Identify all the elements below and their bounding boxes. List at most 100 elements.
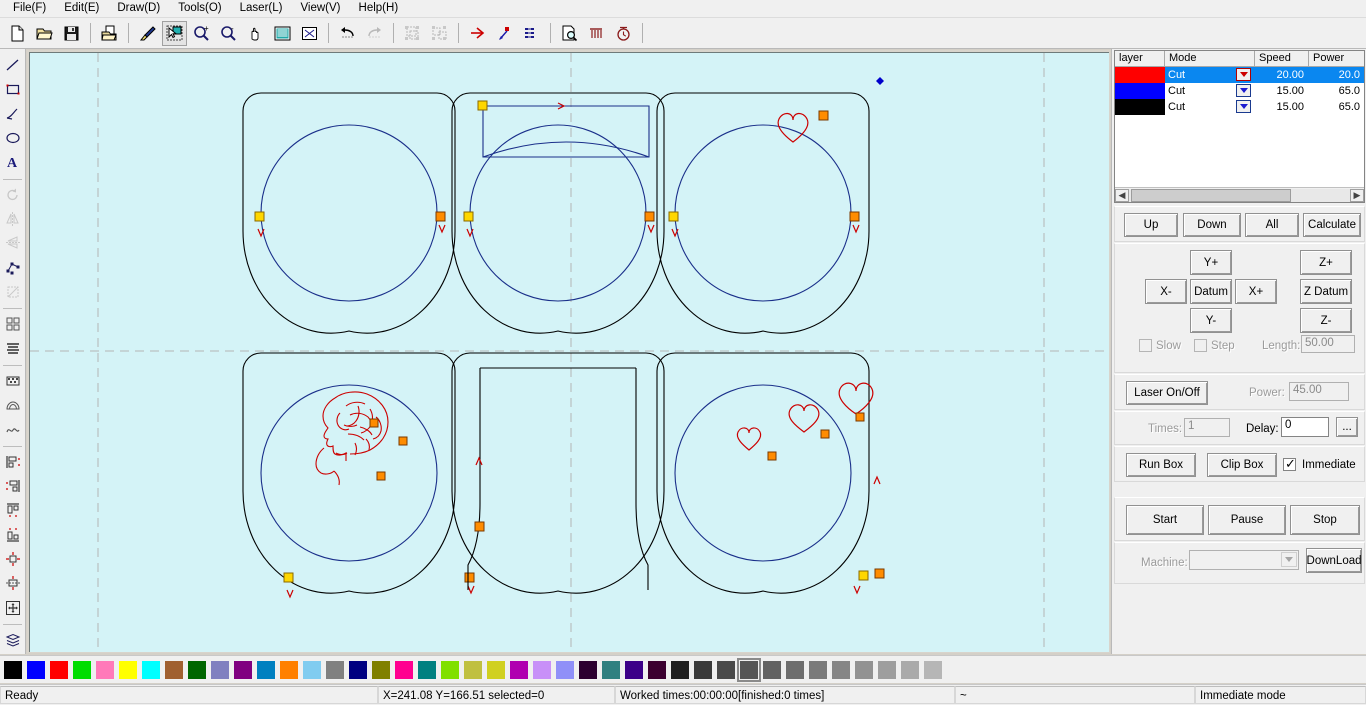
start-button[interactable]: Start xyxy=(1126,505,1204,535)
tool-mirror-horizontal[interactable] xyxy=(1,209,24,229)
stop-button[interactable]: Stop xyxy=(1290,505,1360,535)
tool-align-bottom[interactable] xyxy=(1,524,24,544)
menu-draw[interactable]: Draw(D) xyxy=(108,0,169,17)
layer-list-scrollbar[interactable]: ◀ ▶ xyxy=(1115,187,1364,202)
select-tool-button[interactable] xyxy=(162,21,187,46)
redo-button[interactable] xyxy=(362,21,387,46)
palette-swatch[interactable] xyxy=(625,661,643,679)
layer-speed-cell[interactable]: 20.00 xyxy=(1255,67,1309,83)
menu-edit[interactable]: Edit(E) xyxy=(55,0,108,17)
jog-x-minus-button[interactable]: X- xyxy=(1145,279,1187,304)
table-row[interactable]: Cut 15.00 65.0 xyxy=(1115,99,1364,115)
power-field[interactable]: 45.00 xyxy=(1289,382,1349,401)
canvas-page[interactable] xyxy=(29,52,1109,652)
palette-swatch[interactable] xyxy=(165,661,183,679)
palette-swatch[interactable] xyxy=(878,661,896,679)
palette-swatch[interactable] xyxy=(832,661,850,679)
shape-garment-2[interactable] xyxy=(452,93,664,333)
shape-garment-4[interactable] xyxy=(243,353,455,593)
palette-swatch[interactable] xyxy=(464,661,482,679)
layer-list[interactable]: layer Mode Speed Power Cut 20.00 20.0 xyxy=(1114,50,1365,203)
scrollbar-thumb[interactable] xyxy=(1131,189,1291,202)
layer-mode-dropdown[interactable] xyxy=(1236,84,1251,97)
view-page-button[interactable] xyxy=(270,21,295,46)
palette-swatch[interactable] xyxy=(418,661,436,679)
save-button[interactable] xyxy=(59,21,84,46)
palette-swatch[interactable] xyxy=(303,661,321,679)
jog-x-plus-button[interactable]: X+ xyxy=(1235,279,1277,304)
immediate-checkbox[interactable]: ✓ xyxy=(1283,458,1296,471)
zoom-in-button[interactable]: + xyxy=(189,21,214,46)
layer-speed-cell[interactable]: 15.00 xyxy=(1255,99,1309,115)
palette-swatch[interactable] xyxy=(855,661,873,679)
zoom-out-button[interactable]: - xyxy=(216,21,241,46)
palette-swatch[interactable] xyxy=(280,661,298,679)
palette-swatch[interactable] xyxy=(395,661,413,679)
new-button[interactable] xyxy=(5,21,30,46)
down-button[interactable]: Down xyxy=(1183,213,1241,237)
length-field[interactable]: 50.00 xyxy=(1301,335,1355,353)
pause-button[interactable]: Pause xyxy=(1208,505,1286,535)
zoom-selection-button[interactable] xyxy=(297,21,322,46)
shape-garment-1[interactable] xyxy=(243,93,455,333)
palette-swatch[interactable] xyxy=(96,661,114,679)
column-header-layer[interactable]: layer xyxy=(1115,51,1165,67)
jog-z-plus-button[interactable]: Z+ xyxy=(1300,250,1352,275)
menu-view[interactable]: View(V) xyxy=(291,0,349,17)
palette-swatch[interactable] xyxy=(349,661,367,679)
tool-polyline[interactable] xyxy=(1,104,24,124)
layer-mode-cell[interactable]: Cut xyxy=(1165,83,1255,99)
tool-curve-smooth[interactable] xyxy=(1,419,24,439)
palette-swatch[interactable] xyxy=(602,661,620,679)
estimate-time-button[interactable] xyxy=(611,21,636,46)
palette-swatch[interactable] xyxy=(441,661,459,679)
tool-mirror-vertical[interactable] xyxy=(1,233,24,253)
palette-swatch[interactable] xyxy=(763,661,781,679)
tool-bitmap[interactable] xyxy=(1,371,24,391)
palette-swatch[interactable] xyxy=(671,661,689,679)
set-start-point-button[interactable] xyxy=(492,21,517,46)
palette-swatch[interactable] xyxy=(50,661,68,679)
layer-color-swatch[interactable] xyxy=(1115,99,1165,115)
palette-swatch[interactable] xyxy=(326,661,344,679)
layer-mode-cell[interactable]: Cut xyxy=(1165,67,1255,83)
menu-tools[interactable]: Tools(O) xyxy=(169,0,230,17)
ungroup-button[interactable] xyxy=(427,21,452,46)
palette-swatch[interactable] xyxy=(27,661,45,679)
menu-laser[interactable]: Laser(L) xyxy=(231,0,292,17)
canvas-area[interactable] xyxy=(27,50,1110,653)
tool-offset[interactable] xyxy=(1,395,24,415)
palette-swatch[interactable] xyxy=(510,661,528,679)
table-row[interactable]: Cut 20.00 20.0 xyxy=(1115,67,1364,83)
tool-align-left[interactable] xyxy=(1,451,24,471)
tool-array-copy[interactable] xyxy=(1,314,24,334)
cut-order-button[interactable] xyxy=(519,21,544,46)
column-header-speed[interactable]: Speed xyxy=(1255,51,1309,67)
tool-align-text[interactable] xyxy=(1,338,24,358)
calculate-button[interactable]: Calculate xyxy=(1303,213,1361,237)
undo-button[interactable] xyxy=(335,21,360,46)
column-header-power[interactable]: Power xyxy=(1309,51,1364,67)
palette-swatch[interactable] xyxy=(234,661,252,679)
layer-color-swatch[interactable] xyxy=(1115,83,1165,99)
machine-select[interactable] xyxy=(1189,550,1299,570)
table-row[interactable]: Cut 15.00 65.0 xyxy=(1115,83,1364,99)
palette-swatch[interactable] xyxy=(556,661,574,679)
scrollbar-track[interactable] xyxy=(1129,189,1350,202)
download-button[interactable]: DownLoad xyxy=(1306,548,1362,573)
machine-dropdown-button[interactable] xyxy=(1281,552,1297,567)
palette-swatch[interactable] xyxy=(487,661,505,679)
palette-swatch[interactable] xyxy=(648,661,666,679)
palette-swatch[interactable] xyxy=(142,661,160,679)
all-button[interactable]: All xyxy=(1245,213,1299,237)
tool-crop[interactable] xyxy=(1,282,24,302)
scroll-right-button[interactable]: ▶ xyxy=(1350,189,1364,202)
tool-align-center-vertical[interactable] xyxy=(1,549,24,569)
set-cut-direction-button[interactable] xyxy=(465,21,490,46)
tool-align-right[interactable] xyxy=(1,476,24,496)
palette-swatch[interactable] xyxy=(188,661,206,679)
palette-swatch[interactable] xyxy=(257,661,275,679)
tool-align-center-both[interactable] xyxy=(1,597,24,617)
tool-ellipse[interactable] xyxy=(1,128,24,148)
palette-swatch[interactable] xyxy=(901,661,919,679)
